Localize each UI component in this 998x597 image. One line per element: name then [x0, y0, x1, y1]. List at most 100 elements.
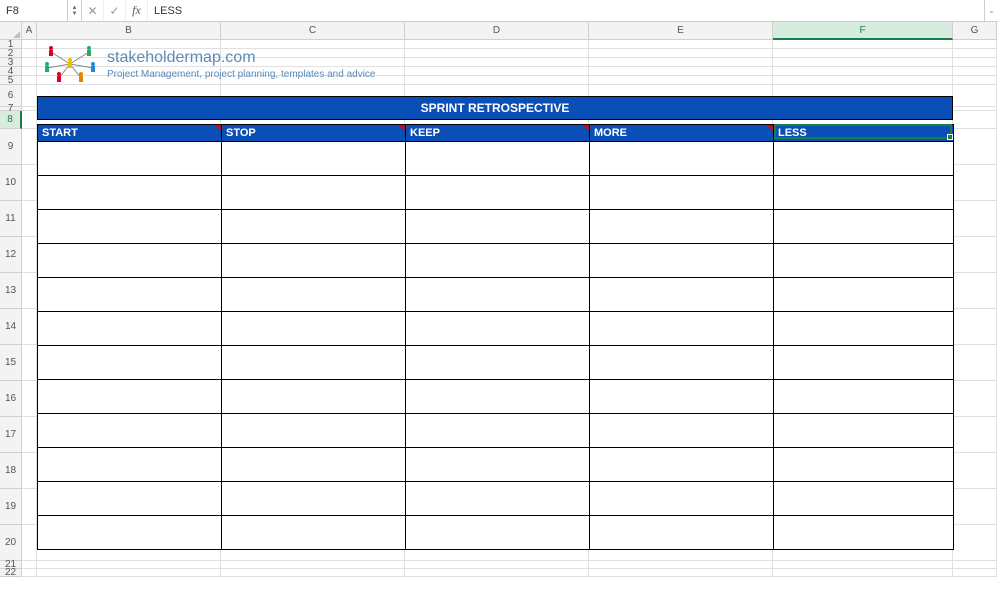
retro-cell[interactable]	[406, 379, 590, 413]
retro-cell[interactable]	[406, 277, 590, 311]
col-header-C[interactable]: C	[221, 22, 405, 40]
cell[interactable]	[22, 85, 37, 107]
formula-input[interactable]: LESS	[148, 5, 984, 17]
row-header-15[interactable]: 15	[0, 345, 22, 381]
retro-header-more[interactable]: MORE	[590, 124, 774, 141]
retro-cell[interactable]	[222, 447, 406, 481]
name-box-spinner[interactable]: ▲ ▼	[68, 0, 82, 21]
retro-cell[interactable]	[774, 379, 954, 413]
cell[interactable]	[405, 561, 589, 569]
retro-cell[interactable]	[38, 481, 222, 515]
retro-cell[interactable]	[222, 141, 406, 175]
cell[interactable]	[22, 67, 37, 76]
retro-cell[interactable]	[590, 379, 774, 413]
cell[interactable]	[22, 309, 37, 345]
row-header-12[interactable]: 12	[0, 237, 22, 273]
cell[interactable]	[37, 561, 221, 569]
retro-cell[interactable]	[38, 379, 222, 413]
retro-cell[interactable]	[774, 209, 954, 243]
row-header-8[interactable]: 8	[0, 111, 22, 129]
retro-cell[interactable]	[774, 515, 954, 549]
cell[interactable]	[22, 381, 37, 417]
spinner-down-icon[interactable]: ▼	[72, 11, 78, 17]
cell[interactable]	[405, 569, 589, 577]
cell[interactable]	[953, 569, 997, 577]
row-header-17[interactable]: 17	[0, 417, 22, 453]
retro-cell[interactable]	[774, 413, 954, 447]
fx-button[interactable]: fx	[126, 0, 148, 21]
cell[interactable]	[589, 569, 773, 577]
row-header-20[interactable]: 20	[0, 525, 22, 561]
cell[interactable]	[22, 453, 37, 489]
retro-cell[interactable]	[590, 345, 774, 379]
retro-cell[interactable]	[222, 413, 406, 447]
cell[interactable]	[221, 569, 405, 577]
retro-cell[interactable]	[38, 311, 222, 345]
retro-cell[interactable]	[406, 175, 590, 209]
retro-cell[interactable]	[38, 447, 222, 481]
retro-cell[interactable]	[774, 447, 954, 481]
cell[interactable]	[22, 237, 37, 273]
row-header-11[interactable]: 11	[0, 201, 22, 237]
retro-cell[interactable]	[590, 447, 774, 481]
retro-cell[interactable]	[774, 141, 954, 175]
retro-cell[interactable]	[406, 141, 590, 175]
cell[interactable]	[22, 569, 37, 577]
retro-cell[interactable]	[590, 243, 774, 277]
retro-cell[interactable]	[406, 209, 590, 243]
row-header-19[interactable]: 19	[0, 489, 22, 525]
retro-cell[interactable]	[406, 311, 590, 345]
cell[interactable]	[221, 561, 405, 569]
col-header-F[interactable]: F	[773, 22, 953, 40]
cell[interactable]	[22, 561, 37, 569]
cell[interactable]	[953, 561, 997, 569]
retro-cell[interactable]	[222, 345, 406, 379]
col-header-E[interactable]: E	[589, 22, 773, 40]
cell[interactable]	[773, 569, 953, 577]
retro-cell[interactable]	[38, 209, 222, 243]
cell[interactable]	[22, 49, 37, 58]
retro-cell[interactable]	[590, 277, 774, 311]
retro-cell[interactable]	[406, 481, 590, 515]
retro-cell[interactable]	[38, 515, 222, 549]
cell[interactable]	[22, 345, 37, 381]
retro-cell[interactable]	[774, 481, 954, 515]
retro-cell[interactable]	[774, 243, 954, 277]
retro-cell[interactable]	[38, 243, 222, 277]
retro-cell[interactable]	[222, 277, 406, 311]
retro-cell[interactable]	[590, 481, 774, 515]
retro-cell[interactable]	[38, 345, 222, 379]
select-all-corner[interactable]	[0, 22, 22, 40]
retro-cell[interactable]	[222, 175, 406, 209]
cell[interactable]	[22, 273, 37, 309]
cell[interactable]	[22, 417, 37, 453]
confirm-formula-button[interactable]: ✓	[104, 0, 126, 21]
col-header-G[interactable]: G	[953, 22, 997, 40]
col-header-A[interactable]: A	[22, 22, 37, 40]
retro-cell[interactable]	[38, 277, 222, 311]
row-header-22[interactable]: 22	[0, 569, 22, 577]
cell[interactable]	[37, 569, 221, 577]
col-header-B[interactable]: B	[37, 22, 221, 40]
retro-cell[interactable]	[406, 243, 590, 277]
retro-cell[interactable]	[590, 311, 774, 345]
retro-cell[interactable]	[406, 345, 590, 379]
retro-cell[interactable]	[222, 379, 406, 413]
row-header-9[interactable]: 9	[0, 129, 22, 165]
retro-cell[interactable]	[222, 243, 406, 277]
cell[interactable]	[22, 129, 37, 165]
retro-cell[interactable]	[222, 515, 406, 549]
retro-cell[interactable]	[774, 345, 954, 379]
row-header-10[interactable]: 10	[0, 165, 22, 201]
col-header-D[interactable]: D	[405, 22, 589, 40]
retro-header-keep[interactable]: KEEP	[406, 124, 590, 141]
retro-header-stop[interactable]: STOP	[222, 124, 406, 141]
retro-cell[interactable]	[406, 515, 590, 549]
retro-cell[interactable]	[406, 413, 590, 447]
row-header-5[interactable]: 5	[0, 76, 22, 85]
retro-cell[interactable]	[406, 447, 590, 481]
retro-cell[interactable]	[590, 175, 774, 209]
cell[interactable]	[22, 525, 37, 561]
cell[interactable]	[22, 201, 37, 237]
cancel-formula-button[interactable]: ✕	[82, 0, 104, 21]
